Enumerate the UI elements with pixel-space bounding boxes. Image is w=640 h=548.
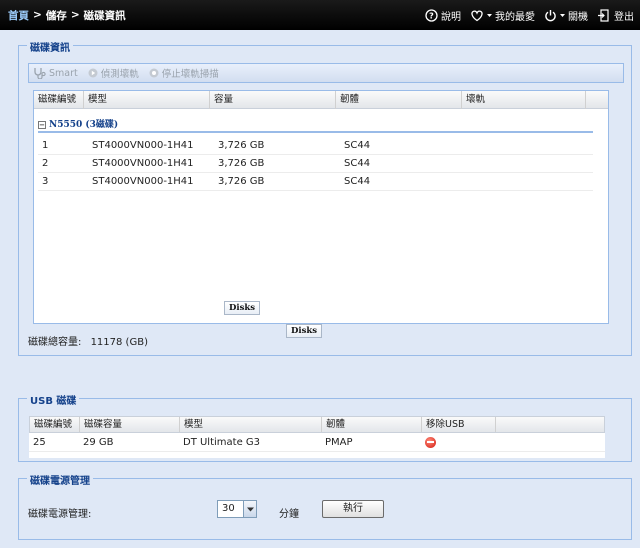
disk-bad-blocks bbox=[466, 173, 586, 191]
top-bar: 首頁 > 儲存 > 磁碟資訊 ? 說明 我的最愛 關機 登出 bbox=[0, 0, 640, 30]
disk-firmware: SC44 bbox=[344, 140, 371, 151]
disks-tag: Disks bbox=[224, 301, 261, 315]
power-timeout-value: 30 bbox=[222, 503, 235, 514]
usb-disk-legend: USB 磁碟 bbox=[27, 392, 80, 407]
stop-scan-label: 停止壞軌掃描 bbox=[161, 69, 219, 80]
usb-model: DT Ultimate G3 bbox=[183, 437, 261, 448]
heart-icon bbox=[471, 9, 483, 21]
usb-grid: 磁碟編號 磁碟容量 模型 韌體 移除USB 25 29 GB DT Ultima… bbox=[29, 416, 605, 458]
breadcrumb: 首頁 > 儲存 > 磁碟資訊 bbox=[0, 8, 126, 23]
disk-capacity: 3,726 GB bbox=[218, 158, 265, 169]
stop-scan-button[interactable]: 停止壞軌掃描 bbox=[149, 66, 219, 80]
top-links: ? 說明 我的最愛 關機 登出 bbox=[425, 0, 634, 30]
column-header[interactable]: 移除USB bbox=[422, 417, 496, 432]
svg-text:?: ? bbox=[429, 11, 434, 20]
disk-capacity: 3,726 GB bbox=[218, 140, 265, 151]
total-capacity: 磁碟總容量: 11178 (GB) bbox=[28, 333, 148, 348]
chevron-down-icon bbox=[246, 507, 254, 511]
disk-group-row[interactable]: − N5550 (3磁碟) bbox=[38, 119, 593, 133]
logout-label: 登出 bbox=[614, 11, 634, 23]
column-header[interactable]: 模型 bbox=[180, 417, 322, 432]
main-content: 磁碟資訊 Smart 偵測壞軌 停止壞軌掃描 磁碟編號 模型 容量 韌體 壞軌 bbox=[0, 30, 640, 548]
column-header[interactable]: 磁碟編號 bbox=[34, 91, 84, 109]
usb-remove-cell bbox=[421, 434, 495, 452]
favorites-label: 我的最愛 bbox=[495, 11, 535, 23]
breadcrumb-separator: > bbox=[70, 9, 80, 21]
collapse-icon[interactable]: − bbox=[38, 120, 46, 129]
disk-model: ST4000VN000-1H41 bbox=[92, 140, 194, 151]
help-link[interactable]: ? 說明 bbox=[425, 8, 461, 23]
breadcrumb-storage[interactable]: 儲存 bbox=[46, 8, 67, 23]
disk-toolbar: Smart 偵測壞軌 停止壞軌掃描 bbox=[28, 63, 624, 83]
disk-group-label: N5550 (3磁碟) bbox=[49, 120, 119, 130]
breadcrumb-home[interactable]: 首頁 bbox=[8, 8, 29, 23]
disk-firmware: SC44 bbox=[344, 176, 371, 187]
column-header[interactable]: 韌體 bbox=[322, 417, 422, 432]
shutdown-label: 關機 bbox=[568, 11, 588, 23]
logout-link[interactable]: 登出 bbox=[597, 8, 634, 23]
disk-no: 2 bbox=[42, 158, 49, 169]
usb-capacity: 29 GB bbox=[83, 437, 114, 448]
table-row[interactable]: 25 29 GB DT Ultimate G3 PMAP bbox=[29, 434, 605, 452]
disk-no: 1 bbox=[42, 140, 49, 151]
scan-bad-blocks-label: 偵測壞軌 bbox=[100, 69, 139, 80]
column-header[interactable]: 磁碟容量 bbox=[80, 417, 180, 432]
breadcrumb-current: 磁碟資訊 bbox=[83, 9, 126, 22]
scan-bad-blocks-button[interactable]: 偵測壞軌 bbox=[88, 66, 139, 80]
stethoscope-icon bbox=[34, 68, 46, 79]
column-header[interactable]: 容量 bbox=[210, 91, 336, 109]
play-icon bbox=[88, 68, 98, 78]
power-management-panel: 磁碟電源管理 磁碟電源管理: 30 分鐘 執行 bbox=[18, 472, 632, 540]
disk-model: ST4000VN000-1H41 bbox=[92, 158, 194, 169]
usb-disk-panel: USB 磁碟 磁碟編號 磁碟容量 模型 韌體 移除USB 25 29 GB DT… bbox=[18, 392, 632, 462]
execute-button[interactable]: 執行 bbox=[322, 500, 384, 518]
column-header[interactable]: 壞軌 bbox=[462, 91, 586, 109]
logout-icon bbox=[598, 8, 609, 22]
help-label: 說明 bbox=[441, 11, 461, 23]
disk-bad-blocks bbox=[466, 137, 586, 155]
column-header[interactable]: 磁碟編號 bbox=[30, 417, 80, 432]
favorites-link[interactable]: 我的最愛 bbox=[470, 8, 535, 23]
column-header-filler bbox=[496, 417, 604, 432]
total-capacity-value: 11178 (GB) bbox=[90, 337, 148, 348]
table-row[interactable]: 2 ST4000VN000-1H41 3,726 GB SC44 bbox=[38, 155, 593, 173]
column-header[interactable]: 韌體 bbox=[336, 91, 462, 109]
disk-grid: 磁碟編號 模型 容量 韌體 壞軌 − N5550 (3磁碟) 1 ST4000VN… bbox=[33, 90, 609, 324]
disk-info-panel: 磁碟資訊 Smart 偵測壞軌 停止壞軌掃描 磁碟編號 模型 容量 韌體 壞軌 bbox=[18, 39, 632, 356]
power-timeout-select[interactable]: 30 bbox=[217, 500, 257, 518]
power-management-legend: 磁碟電源管理 bbox=[27, 472, 93, 487]
smart-button[interactable]: Smart bbox=[33, 67, 78, 79]
disk-no: 3 bbox=[42, 176, 49, 187]
total-capacity-label: 磁碟總容量: bbox=[28, 337, 82, 348]
table-row[interactable]: 3 ST4000VN000-1H41 3,726 GB SC44 bbox=[38, 173, 593, 191]
help-icon: ? bbox=[425, 8, 438, 22]
table-row[interactable]: 1 ST4000VN000-1H41 3,726 GB SC44 bbox=[38, 137, 593, 155]
usb-grid-header: 磁碟編號 磁碟容量 模型 韌體 移除USB bbox=[29, 416, 605, 433]
remove-usb-icon[interactable] bbox=[425, 436, 436, 448]
power-icon bbox=[545, 9, 556, 21]
breadcrumb-separator: > bbox=[33, 9, 42, 21]
disks-tag: Disks bbox=[286, 324, 323, 338]
power-management-label: 磁碟電源管理: bbox=[28, 509, 92, 520]
disk-capacity: 3,726 GB bbox=[218, 176, 265, 187]
minutes-label: 分鐘 bbox=[279, 509, 299, 520]
shutdown-link[interactable]: 關機 bbox=[544, 8, 588, 23]
smart-label: Smart bbox=[49, 67, 78, 79]
stop-icon bbox=[149, 68, 159, 78]
usb-firmware: PMAP bbox=[325, 437, 353, 448]
disk-info-legend: 磁碟資訊 bbox=[27, 39, 73, 54]
column-header-filler bbox=[586, 91, 608, 109]
disk-bad-blocks bbox=[466, 155, 586, 173]
disk-grid-header: 磁碟編號 模型 容量 韌體 壞軌 bbox=[34, 91, 608, 109]
disk-firmware: SC44 bbox=[344, 158, 371, 169]
chevron-down-icon bbox=[560, 13, 565, 17]
chevron-down-icon bbox=[487, 13, 492, 17]
disk-model: ST4000VN000-1H41 bbox=[92, 176, 194, 187]
column-header[interactable]: 模型 bbox=[84, 91, 210, 109]
dropdown-arrow[interactable] bbox=[243, 501, 256, 517]
usb-no: 25 bbox=[33, 437, 46, 448]
